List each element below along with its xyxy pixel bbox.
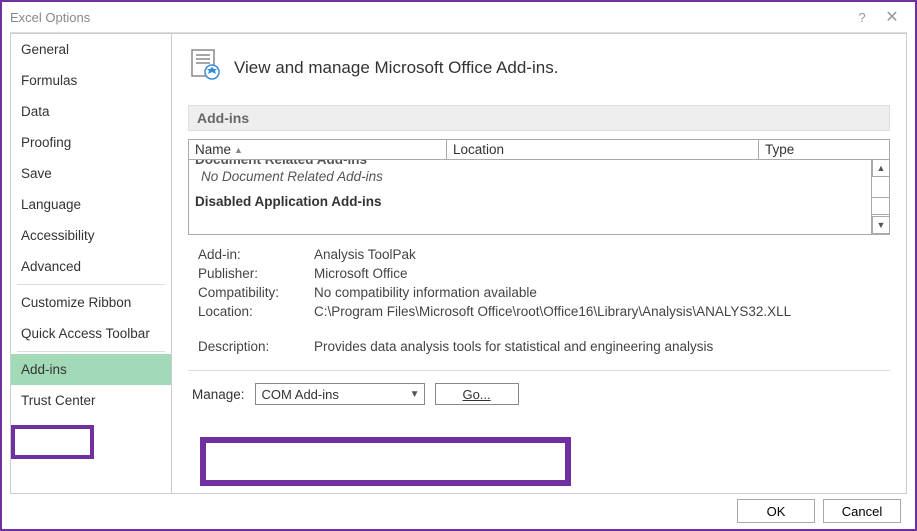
group-header-disabled: Disabled Application Add-ins xyxy=(195,192,883,211)
group-header-cutoff: Document Related Add-ins xyxy=(195,160,883,167)
divider xyxy=(188,370,890,371)
titlebar: Excel Options ? ✕ xyxy=(2,2,915,32)
ok-button[interactable]: OK xyxy=(737,499,815,523)
content-header: View and manage Microsoft Office Add-ins… xyxy=(188,48,890,87)
table-header: Name ▲ Location Type xyxy=(189,140,889,160)
detail-desc-value: Provides data analysis tools for statist… xyxy=(314,339,713,354)
sidebar-separator xyxy=(17,351,165,352)
close-icon[interactable]: ✕ xyxy=(877,7,907,27)
empty-group-text: No Document Related Add-ins xyxy=(195,167,883,192)
manage-dropdown[interactable]: COM Add-ins ▼ xyxy=(255,383,425,405)
column-name-label: Name xyxy=(195,142,231,157)
detail-location-label: Location: xyxy=(198,304,314,319)
dialog-footer: OK Cancel xyxy=(737,499,901,523)
sidebar-item-language[interactable]: Language xyxy=(11,189,171,220)
help-icon[interactable]: ? xyxy=(847,10,877,25)
cancel-button[interactable]: Cancel xyxy=(823,499,901,523)
window-title: Excel Options xyxy=(10,10,847,25)
sidebar-item-proofing[interactable]: Proofing xyxy=(11,127,171,158)
sidebar-item-formulas[interactable]: Formulas xyxy=(11,65,171,96)
sidebar-separator xyxy=(17,284,165,285)
table-body[interactable]: Document Related Add-ins No Document Rel… xyxy=(189,160,889,234)
scroll-up-icon[interactable]: ▲ xyxy=(872,160,889,177)
sidebar-item-trust-center[interactable]: Trust Center xyxy=(11,385,171,416)
sidebar-item-general[interactable]: General xyxy=(11,34,171,65)
manage-row: Manage: COM Add-ins ▼ Go... xyxy=(188,383,890,405)
sidebar-item-save[interactable]: Save xyxy=(11,158,171,189)
scroll-down-icon[interactable]: ▼ xyxy=(872,216,889,234)
column-location[interactable]: Location xyxy=(447,140,759,159)
sidebar-item-add-ins[interactable]: Add-ins xyxy=(11,354,171,385)
detail-addin-label: Add-in: xyxy=(198,247,314,262)
go-button[interactable]: Go... xyxy=(435,383,519,405)
sidebar-item-accessibility[interactable]: Accessibility xyxy=(11,220,171,251)
column-type-label: Type xyxy=(765,142,794,157)
addins-icon xyxy=(188,48,222,87)
detail-publisher-value: Microsoft Office xyxy=(314,266,408,281)
go-button-label: Go... xyxy=(462,387,490,402)
addin-details: Add-in:Analysis ToolPak Publisher:Micros… xyxy=(188,245,890,356)
detail-compat-value: No compatibility information available xyxy=(314,285,537,300)
detail-compat-label: Compatibility: xyxy=(198,285,314,300)
manage-dropdown-value: COM Add-ins xyxy=(262,387,339,402)
sidebar-item-data[interactable]: Data xyxy=(11,96,171,127)
scroll-track[interactable] xyxy=(872,177,889,217)
column-type[interactable]: Type xyxy=(759,140,889,159)
addins-table: Name ▲ Location Type Document Related Ad… xyxy=(188,139,890,235)
chevron-down-icon: ▼ xyxy=(410,389,420,400)
section-title: Add-ins xyxy=(188,105,890,131)
annotation-highlight xyxy=(11,425,94,459)
detail-addin-value: Analysis ToolPak xyxy=(314,247,416,262)
page-title: View and manage Microsoft Office Add-ins… xyxy=(234,58,558,78)
detail-desc-label: Description: xyxy=(198,339,314,354)
column-location-label: Location xyxy=(453,142,504,157)
sort-ascending-icon: ▲ xyxy=(234,145,243,155)
sidebar: General Formulas Data Proofing Save Lang… xyxy=(10,33,172,494)
manage-label: Manage: xyxy=(192,387,245,402)
detail-publisher-label: Publisher: xyxy=(198,266,314,281)
sidebar-item-advanced[interactable]: Advanced xyxy=(11,251,171,282)
sidebar-item-customize-ribbon[interactable]: Customize Ribbon xyxy=(11,287,171,318)
scroll-thumb[interactable] xyxy=(871,197,889,215)
detail-location-value: C:\Program Files\Microsoft Office\root\O… xyxy=(314,304,791,319)
content-pane: View and manage Microsoft Office Add-ins… xyxy=(172,33,907,494)
column-name[interactable]: Name ▲ xyxy=(189,140,447,159)
sidebar-item-quick-access-toolbar[interactable]: Quick Access Toolbar xyxy=(11,318,171,349)
table-scrollbar[interactable]: ▲ ▼ xyxy=(871,160,889,234)
